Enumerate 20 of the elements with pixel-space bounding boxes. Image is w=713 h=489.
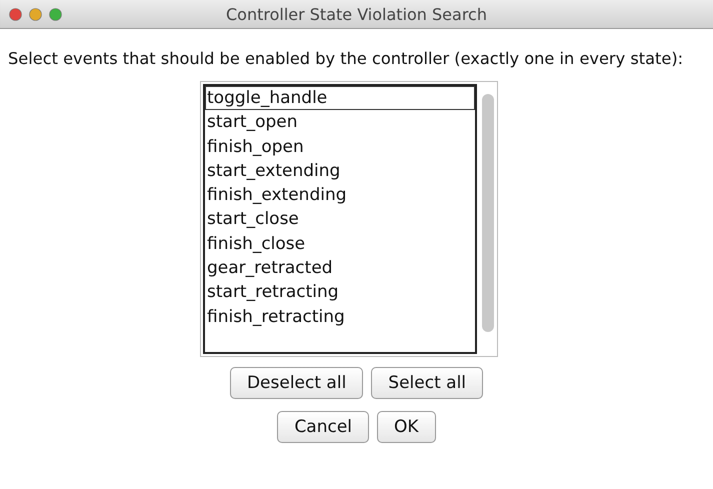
list-item[interactable]: finish_extending (205, 183, 475, 208)
dialog-button[interactable]: OK (377, 411, 436, 443)
list-item[interactable]: start_retracting (205, 280, 475, 305)
instruction-text: Select events that should be enabled by the controller (exactly one in every state): (8, 49, 684, 69)
list-item[interactable]: finish_open (205, 134, 475, 159)
list-item[interactable]: start_open (205, 110, 475, 135)
selection-button[interactable]: Deselect all (230, 367, 364, 399)
selection-button[interactable]: Select all (371, 367, 484, 399)
list-item[interactable]: toggle_handle (205, 86, 475, 110)
list-item[interactable]: finish_retracting (205, 304, 475, 329)
list-item[interactable]: start_close (205, 207, 475, 232)
minimize-icon[interactable] (29, 8, 42, 20)
close-icon[interactable] (9, 8, 22, 20)
window-title: Controller State Violation Search (226, 4, 487, 24)
scrollbar[interactable] (482, 94, 494, 332)
dialog-button[interactable]: Cancel (277, 411, 370, 443)
list-item[interactable]: finish_close (205, 232, 475, 256)
list-item[interactable]: gear_retracted (205, 256, 475, 280)
zoom-icon[interactable] (49, 8, 62, 20)
list-item[interactable]: start_extending (205, 158, 475, 184)
